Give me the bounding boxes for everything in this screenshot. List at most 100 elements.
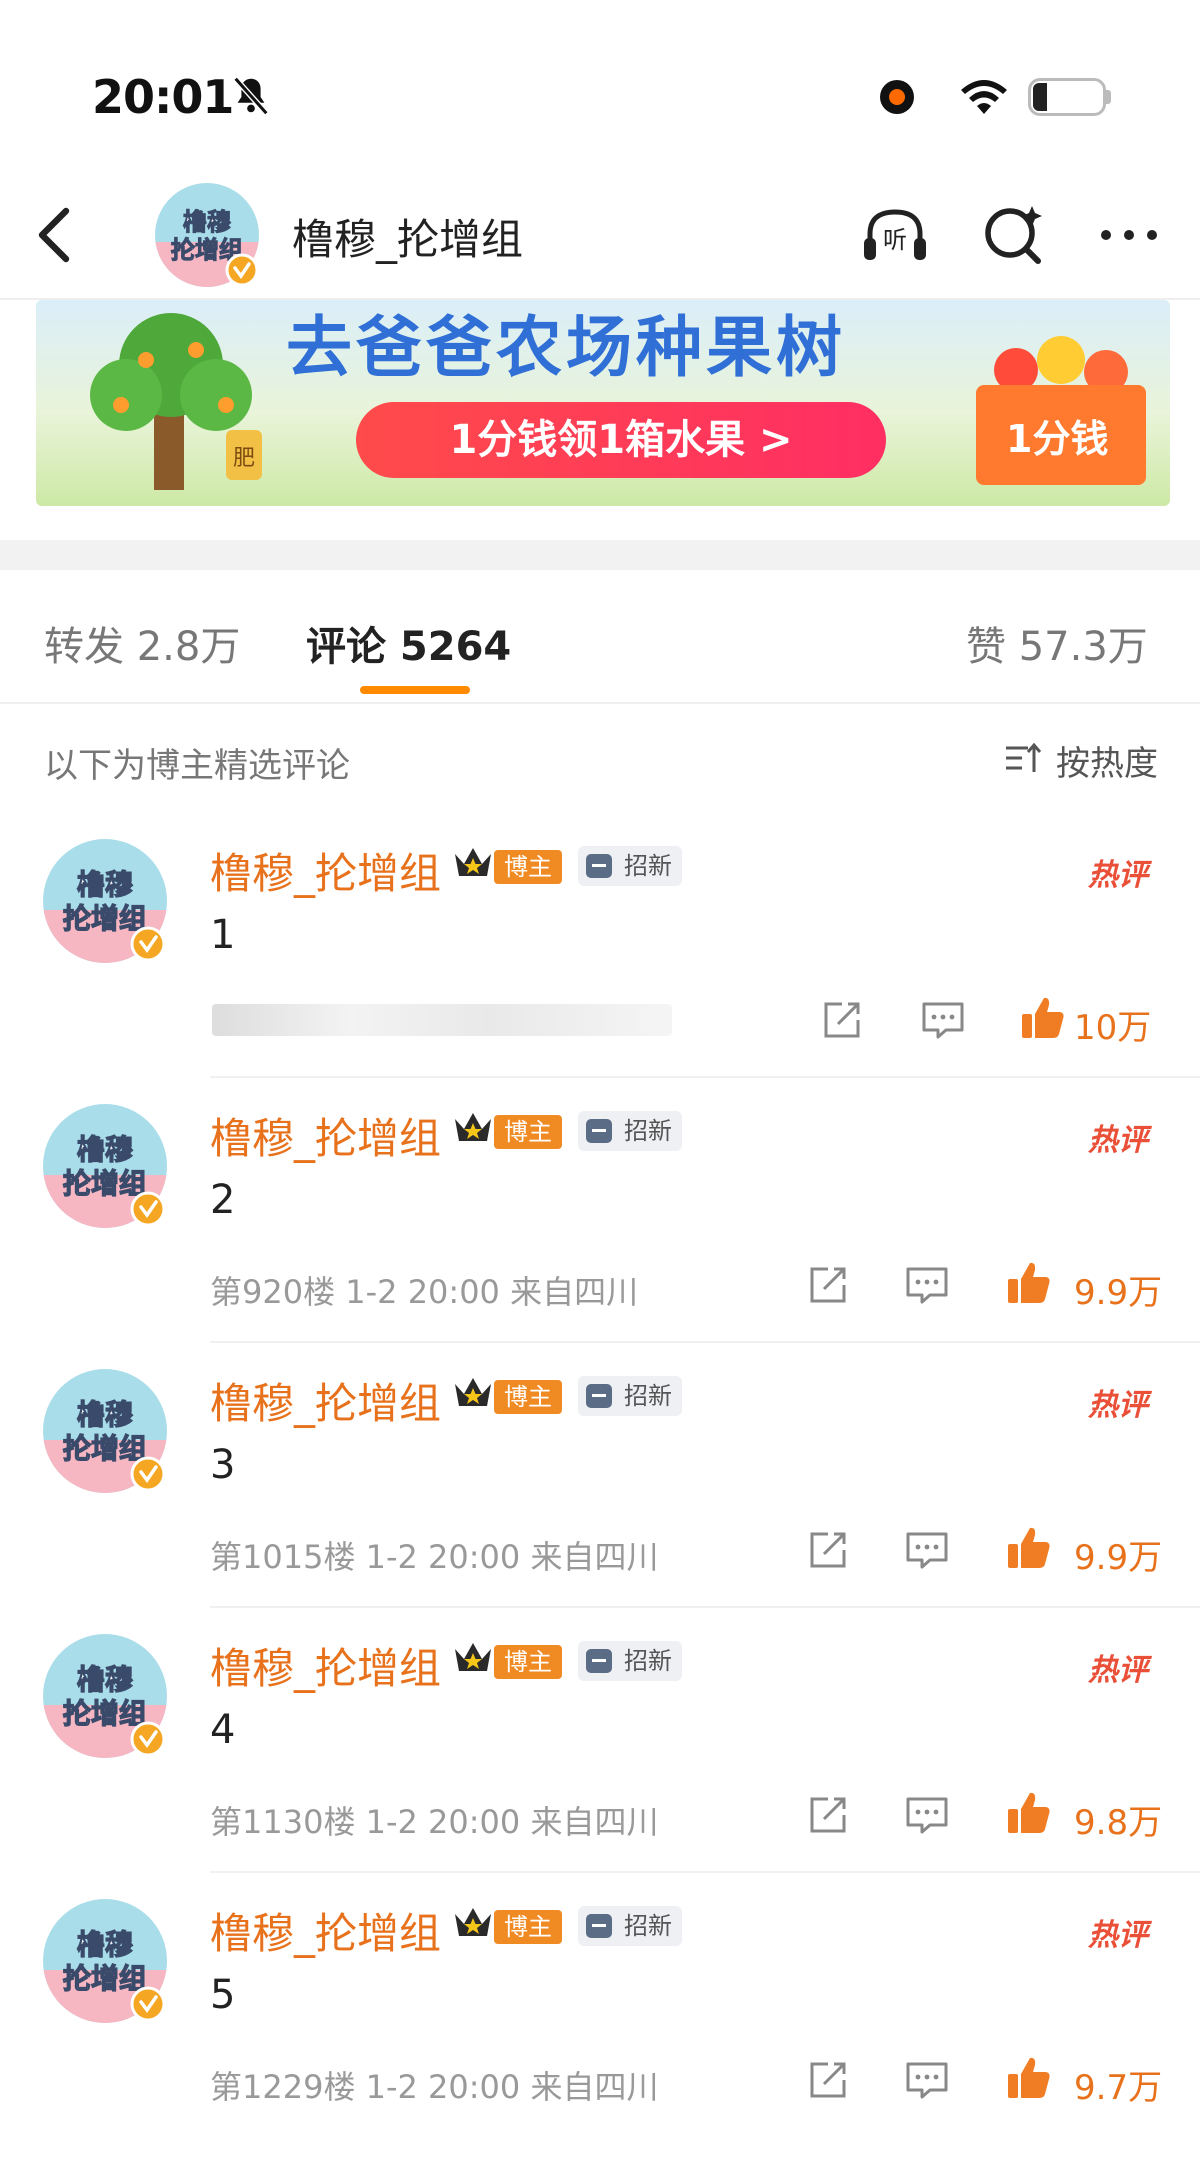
commenter-name[interactable]: 橹穆_抡增组 xyxy=(210,1900,441,1961)
header-avatar[interactable]: 橹穆 抡增组 xyxy=(152,180,262,290)
recruit-badge[interactable]: 招新 xyxy=(578,1641,682,1681)
search-icon[interactable] xyxy=(980,200,1050,270)
comment-text: 4 xyxy=(210,1707,236,1753)
recruit-badge-label: 招新 xyxy=(624,1117,672,1145)
hot-comment-badge: 热评 xyxy=(1088,1388,1148,1423)
reply-comment-icon[interactable] xyxy=(920,998,966,1042)
tab-likes[interactable]: 赞 57.3万 xyxy=(966,614,1148,672)
recruit-badge-icon xyxy=(586,854,612,878)
recruit-badge[interactable]: 招新 xyxy=(578,846,682,886)
like-count: 9.9万 xyxy=(1074,1538,1163,1578)
like-thumb-icon[interactable] xyxy=(1004,1522,1054,1572)
hot-comment-badge: 热评 xyxy=(1088,1123,1148,1158)
hot-comment-badge: 热评 xyxy=(1088,1653,1148,1688)
battery-tip xyxy=(1105,90,1111,104)
header-account-name[interactable]: 橹穆_抡增组 xyxy=(292,206,523,267)
hot-comment-badge: 热评 xyxy=(1088,858,1148,893)
like-thumb-icon[interactable] xyxy=(1018,992,1068,1042)
comment-item[interactable]: 橹穆 抡增组 橹穆_抡增组 博主 招新 热评 1 10万 xyxy=(0,836,1200,1102)
share-icon[interactable] xyxy=(806,1528,850,1572)
commenter-avatar[interactable]: 橹穆 抡增组 xyxy=(40,1896,170,2026)
comment-item[interactable]: 橹穆 抡增组 橹穆_抡增组 博主 招新 热评 5 第1229楼 1-2 20:0… xyxy=(0,1896,1200,2162)
author-badge: 博主 xyxy=(494,1380,562,1414)
author-badge: 博主 xyxy=(494,1910,562,1944)
comment-meta-blurred xyxy=(212,1004,672,1036)
share-icon[interactable] xyxy=(806,2058,850,2102)
svg-text:橹穆: 橹穆 xyxy=(77,1398,133,1431)
recruit-badge[interactable]: 招新 xyxy=(578,1376,682,1416)
wifi-icon xyxy=(961,80,1007,114)
more-options-icon[interactable] xyxy=(1094,200,1164,270)
comment-divider xyxy=(210,1341,1200,1343)
like-count: 9.9万 xyxy=(1074,1273,1163,1313)
author-badge: 博主 xyxy=(494,1645,562,1679)
sort-icon[interactable] xyxy=(1004,740,1044,776)
recruit-badge-label: 招新 xyxy=(624,852,672,880)
comment-text: 2 xyxy=(210,1177,236,1223)
svg-text:橹穆: 橹穆 xyxy=(77,1928,133,1961)
like-thumb-icon[interactable] xyxy=(1004,2052,1054,2102)
tab-repost[interactable]: 转发 2.8万 xyxy=(44,614,240,672)
svg-text:抡增组: 抡增组 xyxy=(63,1962,147,1995)
recruit-badge[interactable]: 招新 xyxy=(578,1906,682,1946)
fruit-tree-illustration: 肥 xyxy=(90,313,262,490)
reply-comment-icon[interactable] xyxy=(904,1528,950,1572)
commenter-avatar[interactable]: 橹穆 抡增组 xyxy=(40,1366,170,1496)
svg-text:橹穆: 橹穆 xyxy=(77,868,133,901)
comment-text: 1 xyxy=(210,912,236,958)
active-tab-indicator xyxy=(360,686,470,694)
like-count: 9.8万 xyxy=(1074,1803,1163,1843)
svg-text:抡增组: 抡增组 xyxy=(63,1167,147,1200)
recruit-badge-label: 招新 xyxy=(624,1382,672,1410)
comment-meta: 第1229楼 1-2 20:00 来自四川 xyxy=(210,2068,659,2106)
comment-item[interactable]: 橹穆 抡增组 橹穆_抡增组 博主 招新 热评 2 第920楼 1-2 20:00… xyxy=(0,1101,1200,1367)
status-bar: 20:01 23 xyxy=(0,0,1200,180)
banner-cta-button[interactable]: 1分钱领1箱水果 > xyxy=(356,402,886,478)
back-arrow-icon[interactable] xyxy=(34,205,74,265)
battery-level: 23 xyxy=(1056,82,1094,112)
commenter-avatar[interactable]: 橹穆 抡增组 xyxy=(40,1101,170,1231)
reply-comment-icon[interactable] xyxy=(904,1263,950,1307)
like-thumb-icon[interactable] xyxy=(1004,1787,1054,1837)
sort-by-hot-button[interactable]: 按热度 xyxy=(1056,736,1158,785)
comment-divider xyxy=(210,1076,1200,1078)
reply-comment-icon[interactable] xyxy=(904,2058,950,2102)
crown-icon xyxy=(455,1643,491,1671)
comment-item[interactable]: 橹穆 抡增组 橹穆_抡增组 博主 招新 热评 4 第1130楼 1-2 20:0… xyxy=(0,1631,1200,1897)
commenter-name[interactable]: 橹穆_抡增组 xyxy=(210,1370,441,1431)
comment-item[interactable]: 橹穆 抡增组 橹穆_抡增组 博主 招新 热评 3 第1015楼 1-2 20:0… xyxy=(0,1366,1200,1632)
status-time: 20:01 xyxy=(92,70,234,124)
fruit-box-illustration: 1分钱 xyxy=(966,330,1156,490)
like-count: 9.7万 xyxy=(1074,2068,1163,2108)
svg-text:抡增组: 抡增组 xyxy=(63,902,147,935)
commenter-avatar[interactable]: 橹穆 抡增组 xyxy=(40,1631,170,1761)
listen-headphones-icon[interactable]: 听 xyxy=(860,200,930,270)
recruit-badge-icon xyxy=(586,1119,612,1143)
promo-banner[interactable]: 去爸爸农场种果树 肥 1分钱领1箱水果 > 1分钱 xyxy=(36,300,1170,506)
commenter-name[interactable]: 橹穆_抡增组 xyxy=(210,1635,441,1696)
recruit-badge-icon xyxy=(586,1384,612,1408)
like-thumb-icon[interactable] xyxy=(1004,1257,1054,1307)
tab-comments[interactable]: 评论 5264 xyxy=(306,614,511,672)
commenter-name[interactable]: 橹穆_抡增组 xyxy=(210,1105,441,1166)
like-count: 10万 xyxy=(1074,1008,1152,1048)
comment-text: 3 xyxy=(210,1442,236,1488)
tabs-divider xyxy=(0,702,1200,704)
selected-comments-label: 以下为博主精选评论 xyxy=(44,746,350,786)
commenter-avatar[interactable]: 橹穆 抡增组 xyxy=(40,836,170,966)
share-icon[interactable] xyxy=(806,1793,850,1837)
reply-comment-icon[interactable] xyxy=(904,1793,950,1837)
svg-text:橹穆: 橹穆 xyxy=(77,1663,133,1696)
crown-icon xyxy=(455,848,491,876)
author-badge: 博主 xyxy=(494,850,562,884)
recruit-badge-icon xyxy=(586,1914,612,1938)
comment-meta: 第1015楼 1-2 20:00 来自四川 xyxy=(210,1538,659,1576)
comment-meta: 第1130楼 1-2 20:00 来自四川 xyxy=(210,1803,659,1841)
commenter-name[interactable]: 橹穆_抡增组 xyxy=(210,840,441,901)
share-icon[interactable] xyxy=(806,1263,850,1307)
comment-text: 5 xyxy=(210,1972,236,2018)
recruit-badge[interactable]: 招新 xyxy=(578,1111,682,1151)
hot-comment-badge: 热评 xyxy=(1088,1918,1148,1953)
svg-text:橹穆: 橹穆 xyxy=(77,1133,133,1166)
share-icon[interactable] xyxy=(820,998,864,1042)
